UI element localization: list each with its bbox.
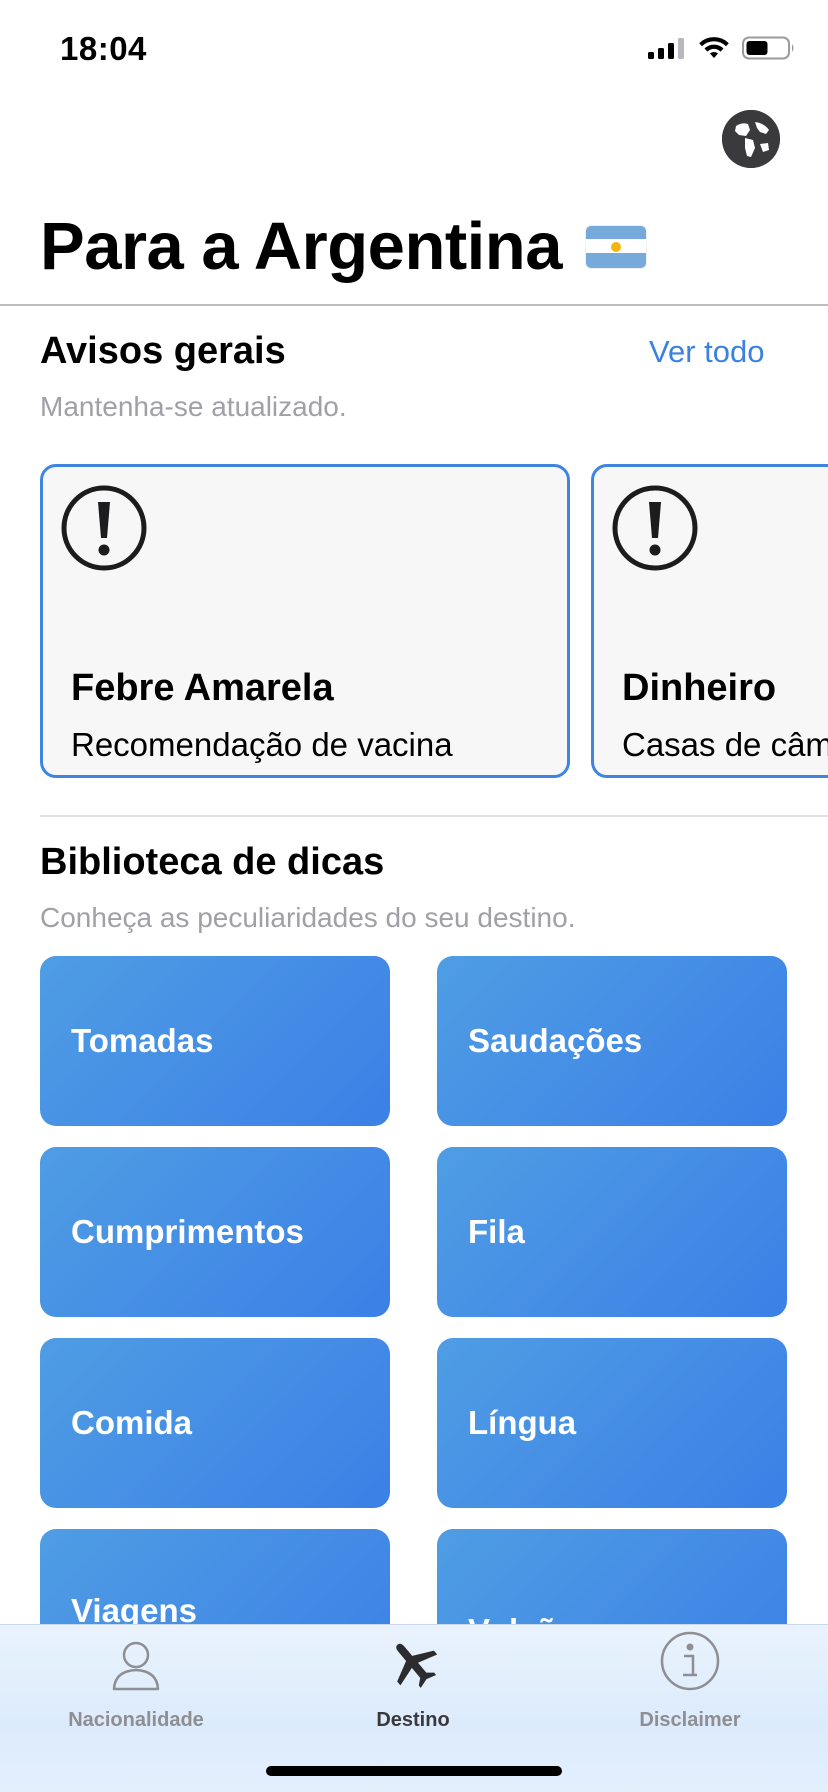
alert-card-money[interactable]: Dinheiro Casas de câm	[591, 464, 828, 778]
argentina-flag-icon	[585, 225, 646, 268]
alert-card-title: Dinheiro	[622, 667, 777, 709]
tab-label: Destino	[376, 1709, 450, 1731]
tab-nacionalidade[interactable]: Nacionalidade	[36, 1625, 236, 1735]
section-divider	[40, 815, 828, 817]
tip-tile-cumprimentos[interactable]: Cumprimentos	[40, 1147, 390, 1317]
tip-tile-label: Vulcões	[468, 1612, 593, 1624]
tip-tile-saudacoes[interactable]: Saudações	[437, 956, 787, 1126]
page-title: Para a Argentina	[40, 208, 646, 285]
alert-card-subtitle: Casas de câm	[622, 726, 828, 763]
tip-tile-tomadas[interactable]: Tomadas	[40, 956, 390, 1126]
person-icon	[112, 1641, 160, 1691]
tip-tile-label: Comida	[71, 1404, 193, 1441]
tip-tile-label: Saudações	[468, 1022, 643, 1059]
status-time: 18:04	[60, 30, 147, 67]
warning-icon	[612, 485, 698, 571]
signal-icon	[648, 38, 684, 59]
alert-card-title: Febre Amarela	[71, 667, 334, 709]
alerts-section-title: Avisos gerais	[40, 330, 286, 372]
tips-grid: Tomadas Saudações Cumprimentos Fila Comi…	[40, 956, 788, 1624]
info-icon	[660, 1631, 720, 1691]
tip-tile-viagens[interactable]: Viagens	[40, 1529, 390, 1624]
tips-section-subtitle: Conheça as peculiaridades do seu destino…	[40, 902, 576, 933]
wifi-icon	[699, 37, 729, 58]
alert-card-yellow-fever[interactable]: Febre Amarela Recomendação de vacina	[40, 464, 570, 778]
warning-icon	[61, 485, 147, 571]
tab-destino[interactable]: Destino	[313, 1625, 513, 1735]
tip-tile-fila[interactable]: Fila	[437, 1147, 787, 1317]
tip-tile-comida[interactable]: Comida	[40, 1338, 390, 1508]
tip-tile-label: Viagens	[71, 1592, 197, 1624]
status-bar: 18:04	[0, 0, 828, 100]
tab-disclaimer[interactable]: Disclaimer	[590, 1625, 790, 1735]
tip-tile-vulcoes[interactable]: Vulcões	[437, 1529, 787, 1624]
title-divider	[0, 304, 828, 306]
tab-label: Nacionalidade	[68, 1709, 204, 1731]
alert-card-subtitle: Recomendação de vacina	[71, 726, 453, 763]
page-title-text: Para a Argentina	[40, 209, 562, 284]
tip-tile-label: Língua	[468, 1404, 577, 1441]
alerts-section-subtitle: Mantenha-se atualizado.	[40, 391, 347, 422]
globe-button[interactable]	[722, 110, 780, 168]
status-icons	[648, 36, 796, 60]
globe-icon	[722, 110, 780, 168]
tip-tile-lingua[interactable]: Língua	[437, 1338, 787, 1508]
airplane-icon	[396, 1643, 438, 1688]
tips-section-title: Biblioteca de dicas	[40, 841, 385, 883]
tip-tile-label: Cumprimentos	[71, 1213, 304, 1250]
see-all-link[interactable]: Ver todo	[649, 334, 764, 370]
tab-label: Disclaimer	[639, 1709, 741, 1731]
battery-icon	[742, 36, 794, 60]
tip-tile-label: Tomadas	[71, 1022, 214, 1059]
tip-tile-label: Fila	[468, 1213, 525, 1250]
home-indicator[interactable]	[266, 1766, 562, 1776]
